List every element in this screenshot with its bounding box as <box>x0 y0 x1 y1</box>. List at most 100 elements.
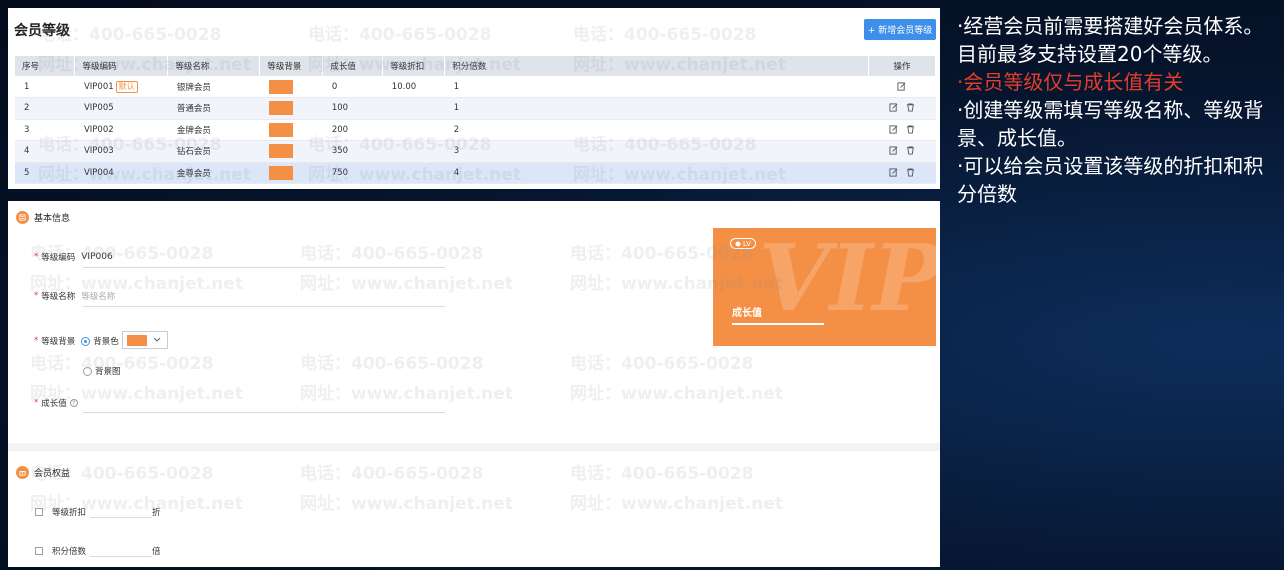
watermark-phone: 电话：400-665-0028 <box>570 464 754 484</box>
bg-image-radio[interactable] <box>83 366 92 376</box>
discount-checkbox[interactable] <box>35 508 43 516</box>
cell-bg <box>259 76 323 98</box>
cell-actions <box>868 97 936 120</box>
watermark-phone: 电话：400-665-0028 <box>300 464 484 484</box>
watermark-site: 网址：www.chanjet.net <box>300 384 513 404</box>
level-table: 序号 等级编码 等级名称 等级背景 成长值 等级折扣 积分倍数 操作 1 VIP… <box>15 56 937 184</box>
edit-icon[interactable] <box>889 168 898 177</box>
crown-icon <box>735 241 741 246</box>
discount-unit: 折 <box>152 508 161 518</box>
name-label: 等级名称 <box>41 292 76 302</box>
multiplier-checkbox[interactable] <box>35 547 43 555</box>
cell-growth: 200 <box>322 119 383 141</box>
table-row[interactable]: 4 VIP003 钻石会员 350 3 <box>15 140 936 163</box>
delete-icon[interactable] <box>906 168 915 177</box>
note-highlight: ·会员等级仅与成长值有关 <box>957 70 1184 94</box>
cell-discount: 10.00 <box>382 76 445 98</box>
multiplier-row: 积分倍数 倍 <box>35 545 161 557</box>
col-index: 序号 <box>15 56 76 76</box>
growth-row: * 成长值 ? <box>34 397 78 409</box>
cell-discount <box>382 97 445 120</box>
table-row[interactable]: 3 VIP002 金牌会员 200 2 <box>15 119 936 141</box>
cell-actions <box>868 140 936 163</box>
required-mark: * <box>34 336 39 346</box>
benefits-title: 会员权益 <box>34 469 71 479</box>
add-level-button[interactable]: + 新增会员等级 <box>864 19 936 40</box>
cell-bg <box>259 97 323 120</box>
cell-index: 5 <box>15 162 75 184</box>
gift-icon <box>16 466 29 479</box>
watermark-phone: 电话：400-665-0028 <box>570 354 754 374</box>
bg-color-radio[interactable] <box>81 336 91 346</box>
cell-multiplier: 3 <box>444 140 869 163</box>
cell-growth: 0 <box>322 76 383 98</box>
chevron-down-icon <box>153 337 161 342</box>
level-color-swatch <box>268 144 293 159</box>
edit-icon[interactable] <box>889 125 898 134</box>
name-input[interactable]: 等级名称 <box>81 290 115 302</box>
cell-code: VIP005 <box>74 97 168 120</box>
basic-info-header: 基本信息 <box>16 211 70 224</box>
cell-growth: 100 <box>322 97 383 120</box>
table-row[interactable]: 1 VIP001 默认 银牌会员 0 10.00 1 <box>15 76 936 98</box>
cell-actions <box>868 119 936 141</box>
bg-image-label: 背景图 <box>95 367 121 377</box>
cell-name: 银牌会员 <box>167 76 260 98</box>
cell-name: 普通会员 <box>167 97 260 120</box>
discount-input[interactable] <box>90 506 153 518</box>
bg-color-label: 背景色 <box>93 337 119 347</box>
cell-bg <box>259 119 323 141</box>
cell-multiplier: 1 <box>444 97 869 120</box>
color-picker[interactable] <box>122 331 168 349</box>
table-header-row: 序号 等级编码 等级名称 等级背景 成长值 等级折扣 积分倍数 操作 <box>15 56 937 76</box>
cell-bg <box>259 162 323 184</box>
watermark-phone: 电话：400-665-0028 <box>300 354 484 374</box>
cell-multiplier: 1 <box>444 76 869 98</box>
edit-icon[interactable] <box>897 81 906 91</box>
cell-discount <box>382 140 445 163</box>
edit-icon[interactable] <box>889 103 898 112</box>
cell-multiplier: 4 <box>444 162 869 184</box>
col-growth: 成长值 <box>322 56 384 76</box>
bg-row: * 等级背景 背景色 <box>34 335 119 347</box>
watermark-site: 网址：www.chanjet.net <box>300 274 513 294</box>
name-row: * 等级名称 等级名称 <box>34 290 115 302</box>
table-row[interactable]: 5 VIP004 金尊会员 750 4 <box>15 162 936 184</box>
cell-discount <box>382 119 445 141</box>
cell-index: 3 <box>15 119 75 141</box>
delete-icon[interactable] <box>906 125 915 134</box>
col-multiplier: 积分倍数 <box>444 56 869 76</box>
help-icon[interactable]: ? <box>69 399 78 407</box>
delete-icon[interactable] <box>906 146 915 155</box>
multiplier-input[interactable] <box>90 545 153 557</box>
watermark-site: 网址：www.chanjet.net <box>300 494 513 514</box>
watermark-phone: 电话：400-665-0028 <box>300 244 484 264</box>
basic-info-title: 基本信息 <box>34 214 71 224</box>
level-color-swatch <box>268 79 293 94</box>
edit-icon[interactable] <box>889 146 898 155</box>
vip-background-letters: VIP <box>758 228 936 332</box>
level-preview-card: VIP LV 成长值 <box>713 228 936 346</box>
level-color-swatch <box>268 101 293 116</box>
col-actions: 操作 <box>868 56 937 76</box>
code-field[interactable] <box>83 267 445 268</box>
growth-input[interactable] <box>83 412 445 413</box>
level-color-swatch <box>268 165 293 180</box>
multiplier-label: 积分倍数 <box>52 547 87 557</box>
section-divider <box>8 443 940 451</box>
delete-icon[interactable] <box>906 103 915 112</box>
col-discount: 等级折扣 <box>382 56 446 76</box>
selected-color-swatch <box>127 334 147 346</box>
default-badge: 默认 <box>115 80 138 93</box>
note-line: ·可以给会员设置该等级的折扣和积分倍数 <box>957 154 1264 206</box>
code-row: * 等级编码 VIP006 <box>34 251 113 263</box>
discount-row: 等级折扣 折 <box>35 506 161 518</box>
required-mark: * <box>34 252 39 262</box>
cell-growth: 350 <box>322 140 383 163</box>
page-title: 会员等级 <box>14 23 70 39</box>
cell-growth: 750 <box>322 162 383 184</box>
table-row[interactable]: 2 VIP005 普通会员 100 1 <box>15 97 936 120</box>
code-text: VIP001 <box>83 81 114 92</box>
col-name: 等级名称 <box>167 56 261 76</box>
lv-tag: LV <box>730 238 756 249</box>
